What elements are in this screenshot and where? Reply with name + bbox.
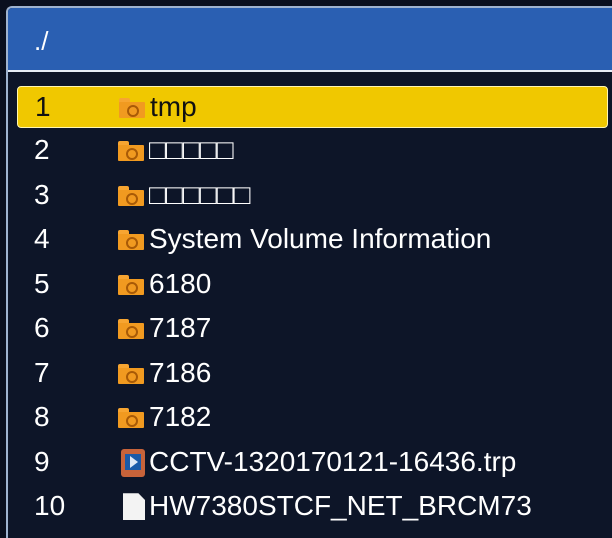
folder-icon <box>116 315 146 341</box>
file-row-1[interactable]: 1 tmp <box>17 86 608 128</box>
file-row-9[interactable]: 9 CCTV-1320170121-16436.trp <box>8 440 612 485</box>
row-index: 2 <box>34 134 50 165</box>
file-name: 7186 <box>149 356 212 388</box>
file-row-10[interactable]: 10 HW7380STCF_NET_BRCM73 <box>8 484 612 529</box>
row-index: 4 <box>34 223 50 254</box>
row-index: 10 <box>34 490 66 521</box>
file-row-3[interactable]: 3 □□□□□□ <box>8 173 612 218</box>
row-index: 8 <box>34 401 50 432</box>
file-name: □□□□□ <box>149 134 234 165</box>
row-index: 5 <box>34 267 50 299</box>
file-name: tmp <box>150 91 197 122</box>
folder-icon <box>116 404 146 430</box>
file-name: 7182 <box>149 401 212 432</box>
file-name: HW7380STCF_NET_BRCM73 <box>149 490 532 521</box>
folder-icon <box>116 137 146 163</box>
file-name: CCTV-1320170121-16436.trp <box>149 445 517 477</box>
row-index: 7 <box>34 356 50 388</box>
file-list: 1 tmp 2 □□□□□ 3 □□□□□□ 4 System Volume I… <box>8 72 612 529</box>
file-row-7[interactable]: 7 7186 <box>8 351 612 396</box>
folder-icon <box>117 94 147 120</box>
folder-icon <box>116 271 146 297</box>
row-index: 1 <box>35 91 51 122</box>
path-title-bar: ./ <box>8 8 612 72</box>
file-name: 7187 <box>149 312 212 343</box>
file-name: □□□□□□ <box>149 178 251 210</box>
current-path: ./ <box>34 26 49 56</box>
file-name: 6180 <box>149 267 212 299</box>
document-icon <box>116 493 146 521</box>
row-index: 9 <box>34 445 50 477</box>
row-index: 6 <box>34 312 50 343</box>
file-row-8[interactable]: 8 7182 <box>8 395 612 440</box>
folder-icon <box>116 226 146 252</box>
file-row-5[interactable]: 5 6180 <box>8 262 612 307</box>
file-row-2[interactable]: 2 □□□□□ <box>8 128 612 173</box>
file-name: System Volume Information <box>149 223 492 254</box>
file-browser-window: ./ 1 tmp 2 □□□□□ 3 □□□□□□ 4 System Volum… <box>6 6 612 538</box>
row-index: 3 <box>34 178 50 210</box>
video-file-icon <box>116 448 146 477</box>
file-row-4[interactable]: 4 System Volume Information <box>8 217 612 262</box>
folder-icon <box>116 182 146 208</box>
file-row-6[interactable]: 6 7187 <box>8 306 612 351</box>
folder-icon <box>116 360 146 386</box>
